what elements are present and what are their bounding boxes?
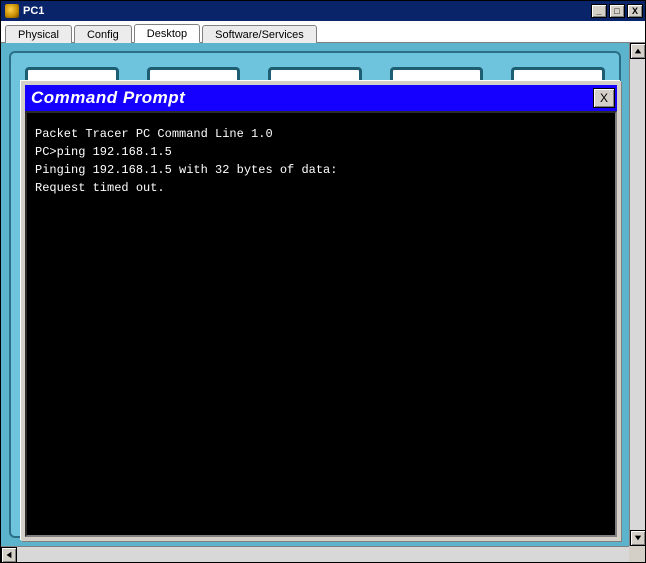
tab-config[interactable]: Config <box>74 25 132 43</box>
terminal-line: PC>ping 192.168.1.5 <box>35 143 607 161</box>
scroll-left-button[interactable] <box>1 547 17 562</box>
terminal-line: Packet Tracer PC Command Line 1.0 <box>35 125 607 143</box>
command-prompt-title: Command Prompt <box>31 88 593 108</box>
window-title: PC1 <box>23 5 589 17</box>
chevron-up-icon <box>634 47 642 55</box>
scroll-track[interactable] <box>630 59 645 530</box>
window-buttons: _ □ X <box>589 4 643 18</box>
tab-desktop[interactable]: Desktop <box>134 24 200 43</box>
maximize-button[interactable]: □ <box>609 4 625 18</box>
client-area: Physical Config Desktop Software/Service… <box>1 21 645 562</box>
tab-software-services[interactable]: Software/Services <box>202 25 317 43</box>
terminal-line: Pinging 192.168.1.5 with 32 bytes of dat… <box>35 161 607 179</box>
minimize-button[interactable]: _ <box>591 4 607 18</box>
terminal-line: Request timed out. <box>35 179 607 197</box>
scroll-up-button[interactable] <box>630 43 645 59</box>
close-button[interactable]: X <box>627 4 643 18</box>
scrollbar-corner <box>629 546 645 562</box>
titlebar[interactable]: PC1 _ □ X <box>1 1 645 21</box>
tab-physical[interactable]: Physical <box>5 25 72 43</box>
command-prompt-titlebar[interactable]: Command Prompt X <box>25 85 617 111</box>
chevron-down-icon <box>634 534 642 542</box>
tabstrip: Physical Config Desktop Software/Service… <box>1 21 645 43</box>
command-prompt-terminal[interactable]: Packet Tracer PC Command Line 1.0PC>ping… <box>25 111 617 537</box>
command-prompt-close-button[interactable]: X <box>593 88 615 108</box>
horizontal-scrollbar[interactable] <box>1 546 645 562</box>
chevron-left-icon <box>5 551 13 559</box>
scroll-track[interactable] <box>17 547 629 562</box>
app-window: PC1 _ □ X Physical Config Desktop Softwa… <box>0 0 646 563</box>
command-prompt-window[interactable]: Command Prompt X Packet Tracer PC Comman… <box>21 81 621 541</box>
app-icon <box>5 4 19 18</box>
vertical-scrollbar[interactable] <box>629 43 645 546</box>
scroll-down-button[interactable] <box>630 530 645 546</box>
